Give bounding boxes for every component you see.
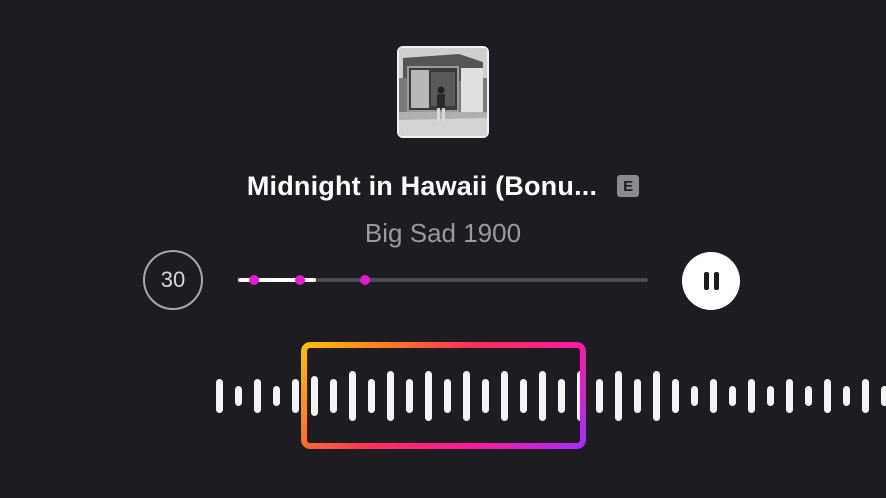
title-row: Midnight in Hawaii (Bonu... E: [0, 166, 886, 206]
waveform-bar: [292, 379, 299, 413]
waveform-bar: [710, 379, 717, 413]
skip-30-label: 30: [160, 267, 186, 292]
song-title: Midnight in Hawaii (Bonu...: [246, 170, 598, 201]
waveform-bar: [881, 386, 886, 406]
waveform-bar: [843, 386, 850, 406]
waveform-bar: [672, 379, 679, 413]
waveform-bar: [805, 386, 812, 406]
progress-marker: [249, 275, 260, 285]
pause-button[interactable]: [682, 252, 740, 310]
waveform-bar: [824, 379, 831, 413]
artist-name: Big Sad 1900: [364, 218, 522, 248]
waveform-bar: [596, 379, 603, 413]
pause-icon: [703, 272, 719, 290]
waveform-bar: [615, 371, 622, 421]
explicit-badge: E: [617, 175, 640, 197]
waveform-bar: [235, 386, 242, 406]
waveform-bar: [729, 386, 736, 406]
waveform-bar: [273, 386, 280, 406]
waveform-bar: [691, 386, 698, 406]
waveform-bar: [748, 379, 755, 413]
waveform-bar: [767, 386, 774, 406]
skip-30-button[interactable]: 30: [143, 250, 203, 310]
progress-track[interactable]: [238, 275, 648, 285]
waveform-bar: [216, 379, 223, 413]
waveform-bar: [254, 379, 261, 413]
progress-marker: [294, 275, 305, 285]
waveform-bar: [653, 371, 660, 421]
album-art: [397, 46, 489, 138]
progress-marker: [360, 275, 371, 285]
waveform-bar: [634, 379, 641, 413]
waveform-bar: [862, 379, 869, 413]
trim-selection-handle[interactable]: [301, 342, 586, 449]
waveform-bar: [786, 379, 793, 413]
audio-trim-screen: Midnight in Hawaii (Bonu... E Big Sad 19…: [0, 0, 886, 498]
